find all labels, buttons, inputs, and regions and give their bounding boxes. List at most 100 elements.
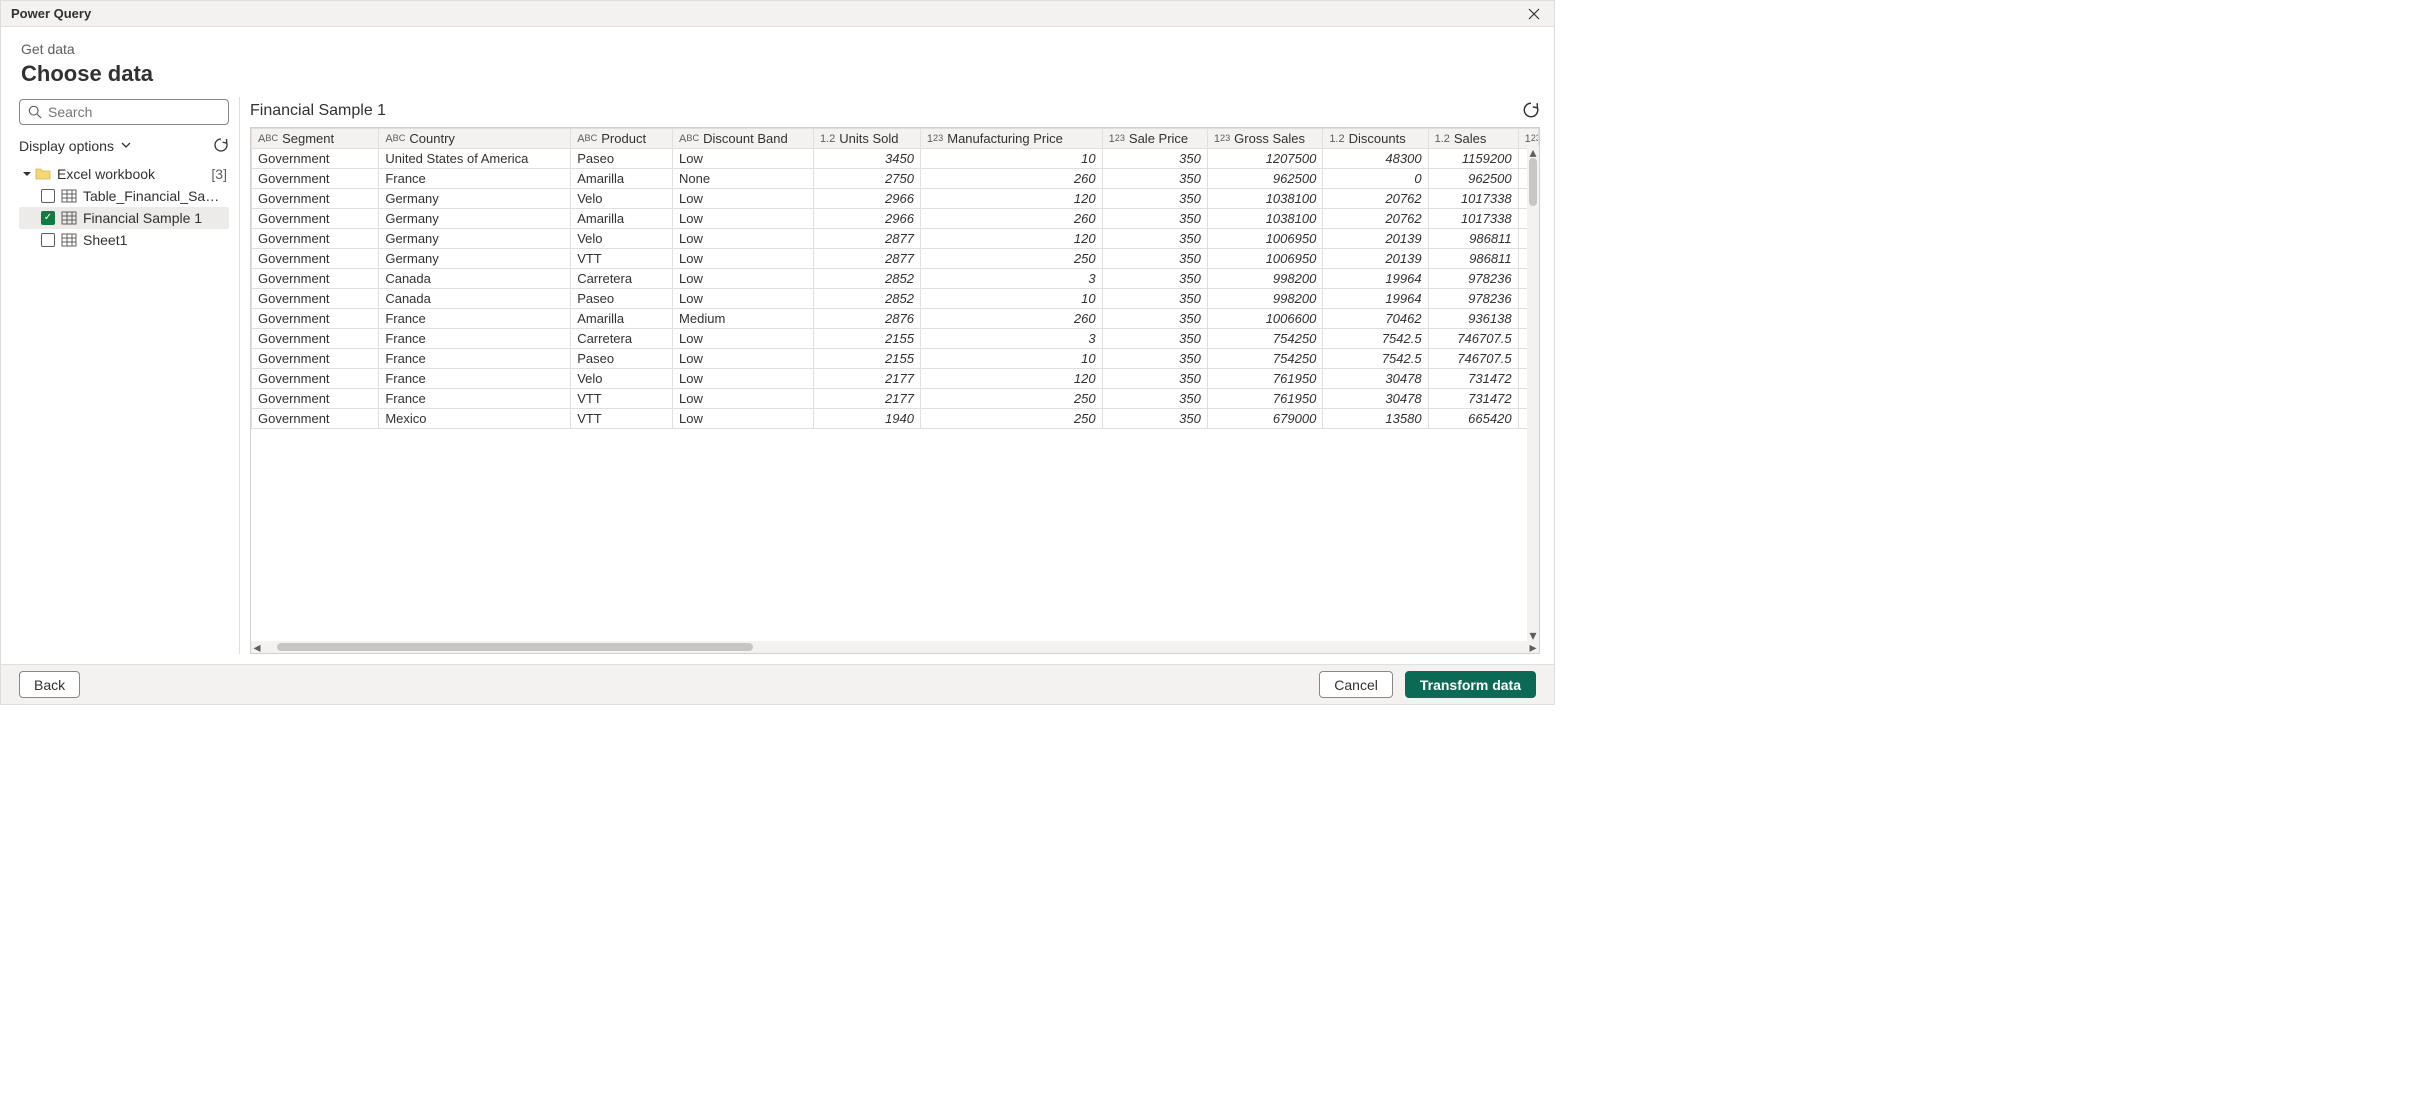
table-cell[interactable]: 978236 bbox=[1428, 269, 1518, 289]
horizontal-scrollbar[interactable]: ◂ ▸ bbox=[251, 641, 1539, 653]
table-cell[interactable]: 260 bbox=[920, 309, 1102, 329]
table-cell[interactable]: Carretera bbox=[571, 329, 673, 349]
table-cell[interactable]: Government bbox=[252, 329, 379, 349]
table-cell[interactable]: Velo bbox=[571, 369, 673, 389]
table-cell[interactable]: Carretera bbox=[571, 269, 673, 289]
table-cell[interactable]: 754250 bbox=[1207, 329, 1322, 349]
table-cell[interactable]: 2966 bbox=[813, 189, 920, 209]
table-cell[interactable]: 1940 bbox=[813, 409, 920, 429]
refresh-preview-icon[interactable] bbox=[1522, 101, 1540, 122]
table-cell[interactable]: Government bbox=[252, 369, 379, 389]
table-cell[interactable]: 962500 bbox=[1207, 169, 1322, 189]
table-cell[interactable]: 13580 bbox=[1323, 409, 1428, 429]
table-cell[interactable]: 30478 bbox=[1323, 389, 1428, 409]
table-cell[interactable]: Government bbox=[252, 149, 379, 169]
table-cell[interactable]: 30478 bbox=[1323, 369, 1428, 389]
table-cell[interactable]: 350 bbox=[1102, 389, 1207, 409]
table-cell[interactable]: Canada bbox=[379, 289, 571, 309]
table-cell[interactable]: 1017338 bbox=[1428, 209, 1518, 229]
column-header[interactable]: 1.2Discounts bbox=[1323, 129, 1428, 149]
table-cell[interactable]: 350 bbox=[1102, 149, 1207, 169]
table-cell[interactable]: 350 bbox=[1102, 269, 1207, 289]
table-cell[interactable]: Low bbox=[673, 289, 814, 309]
table-cell[interactable]: 998200 bbox=[1207, 289, 1322, 309]
table-cell[interactable]: Amarilla bbox=[571, 209, 673, 229]
display-options[interactable]: Display options bbox=[19, 133, 229, 159]
table-cell[interactable]: Low bbox=[673, 369, 814, 389]
table-cell[interactable]: 350 bbox=[1102, 289, 1207, 309]
table-cell[interactable]: 1207500 bbox=[1207, 149, 1322, 169]
table-cell[interactable]: Canada bbox=[379, 269, 571, 289]
search-input[interactable] bbox=[19, 99, 229, 125]
table-cell[interactable]: Government bbox=[252, 389, 379, 409]
table-cell[interactable]: 2876 bbox=[813, 309, 920, 329]
table-cell[interactable]: Government bbox=[252, 209, 379, 229]
table-cell[interactable]: 0 bbox=[1323, 169, 1428, 189]
tree-item[interactable]: Table_Financial_Sample_1 bbox=[19, 185, 229, 207]
table-cell[interactable]: Government bbox=[252, 349, 379, 369]
table-cell[interactable]: 1017338 bbox=[1428, 189, 1518, 209]
table-cell[interactable]: Velo bbox=[571, 229, 673, 249]
tree-checkbox[interactable] bbox=[41, 233, 55, 247]
tree-root[interactable]: Excel workbook [3] bbox=[19, 163, 229, 185]
table-cell[interactable]: 10 bbox=[920, 349, 1102, 369]
table-cell[interactable]: 761950 bbox=[1207, 389, 1322, 409]
table-cell[interactable]: None bbox=[673, 169, 814, 189]
table-cell[interactable]: France bbox=[379, 349, 571, 369]
scroll-up-icon[interactable]: ▴ bbox=[1527, 146, 1539, 158]
table-cell[interactable]: 731472 bbox=[1428, 369, 1518, 389]
table-cell[interactable]: 350 bbox=[1102, 249, 1207, 269]
table-cell[interactable]: Paseo bbox=[571, 289, 673, 309]
column-header[interactable]: 1.2Units Sold bbox=[813, 129, 920, 149]
column-header[interactable]: ABCProduct bbox=[571, 129, 673, 149]
table-cell[interactable]: 260 bbox=[920, 169, 1102, 189]
table-cell[interactable]: 1006950 bbox=[1207, 249, 1322, 269]
table-cell[interactable]: 3 bbox=[920, 269, 1102, 289]
column-header[interactable]: 1.2Sales bbox=[1428, 129, 1518, 149]
table-cell[interactable]: 2155 bbox=[813, 329, 920, 349]
table-cell[interactable]: 1038100 bbox=[1207, 189, 1322, 209]
table-cell[interactable]: France bbox=[379, 369, 571, 389]
table-cell[interactable]: 936138 bbox=[1428, 309, 1518, 329]
table-cell[interactable]: 350 bbox=[1102, 349, 1207, 369]
table-row[interactable]: GovernmentUnited States of AmericaPaseoL… bbox=[252, 149, 1539, 169]
table-row[interactable]: GovernmentFranceVeloLow21771203507619503… bbox=[252, 369, 1539, 389]
column-header[interactable]: 123Manufacturing Price bbox=[920, 129, 1102, 149]
table-cell[interactable]: Government bbox=[252, 269, 379, 289]
tree-item[interactable]: Financial Sample 1 bbox=[19, 207, 229, 229]
table-cell[interactable]: 250 bbox=[920, 409, 1102, 429]
table-cell[interactable]: 2852 bbox=[813, 289, 920, 309]
table-cell[interactable]: Germany bbox=[379, 229, 571, 249]
table-cell[interactable]: Low bbox=[673, 249, 814, 269]
table-cell[interactable]: Low bbox=[673, 329, 814, 349]
table-cell[interactable]: Low bbox=[673, 389, 814, 409]
table-cell[interactable]: 754250 bbox=[1207, 349, 1322, 369]
table-cell[interactable]: 1038100 bbox=[1207, 209, 1322, 229]
column-header[interactable]: ABCCountry bbox=[379, 129, 571, 149]
table-cell[interactable]: 70462 bbox=[1323, 309, 1428, 329]
table-cell[interactable]: Paseo bbox=[571, 349, 673, 369]
table-cell[interactable]: 761950 bbox=[1207, 369, 1322, 389]
table-cell[interactable]: 679000 bbox=[1207, 409, 1322, 429]
table-cell[interactable]: 350 bbox=[1102, 209, 1207, 229]
table-cell[interactable]: 48300 bbox=[1323, 149, 1428, 169]
table-row[interactable]: GovernmentFrancePaseoLow2155103507542507… bbox=[252, 349, 1539, 369]
table-cell[interactable]: 350 bbox=[1102, 229, 1207, 249]
expand-collapse-icon[interactable] bbox=[21, 169, 33, 179]
table-cell[interactable]: Germany bbox=[379, 209, 571, 229]
table-cell[interactable]: 20762 bbox=[1323, 189, 1428, 209]
grid-scroll-area[interactable]: ABCSegmentABCCountryABCProductABCDiscoun… bbox=[251, 128, 1539, 641]
vertical-scrollbar[interactable]: ▴ ▾ bbox=[1527, 146, 1539, 641]
table-row[interactable]: GovernmentFranceAmarillaMedium2876260350… bbox=[252, 309, 1539, 329]
table-cell[interactable]: France bbox=[379, 329, 571, 349]
table-cell[interactable]: Amarilla bbox=[571, 309, 673, 329]
transform-data-button[interactable]: Transform data bbox=[1405, 671, 1536, 698]
table-cell[interactable]: Paseo bbox=[571, 149, 673, 169]
table-cell[interactable]: 7542.5 bbox=[1323, 349, 1428, 369]
scroll-left-icon[interactable]: ◂ bbox=[251, 641, 263, 653]
table-cell[interactable]: 2852 bbox=[813, 269, 920, 289]
table-cell[interactable]: 350 bbox=[1102, 309, 1207, 329]
table-cell[interactable]: 1159200 bbox=[1428, 149, 1518, 169]
table-cell[interactable]: Government bbox=[252, 249, 379, 269]
table-cell[interactable]: 250 bbox=[920, 249, 1102, 269]
